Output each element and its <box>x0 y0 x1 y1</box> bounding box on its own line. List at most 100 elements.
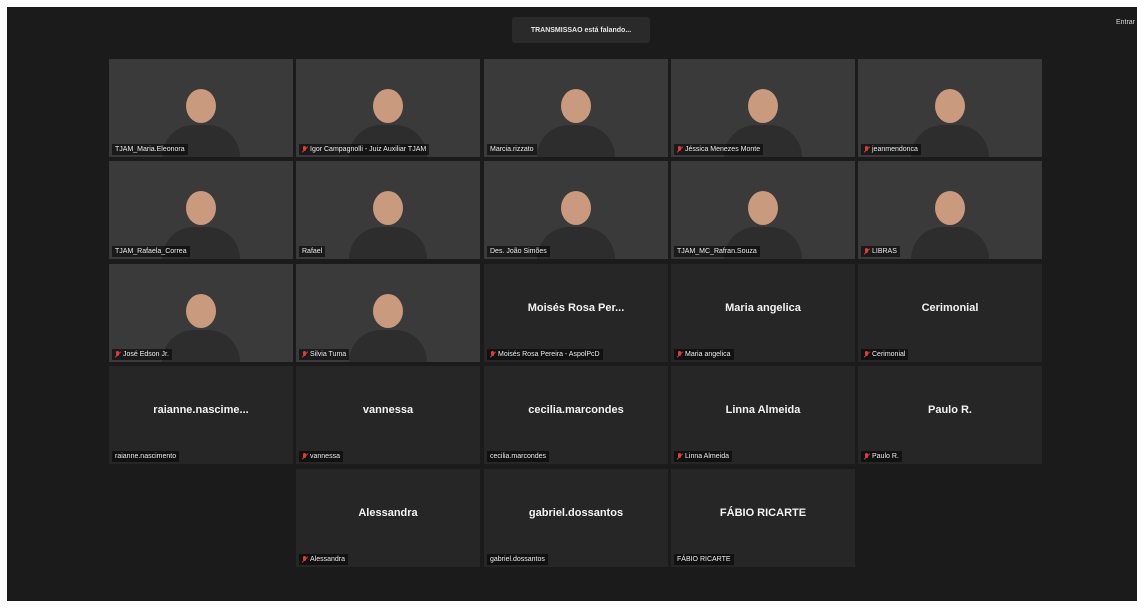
participant-tile[interactable]: FÁBIO RICARTE FÁBIO RICARTE <box>671 469 855 567</box>
microphone-muted-icon <box>302 351 308 358</box>
participant-video <box>537 89 615 157</box>
enter-button[interactable]: Entrar <box>1116 19 1135 26</box>
active-speaker-banner: TRANSMISSAO está falando... <box>512 17 650 43</box>
participant-tile[interactable]: LIBRAS <box>858 161 1042 259</box>
participant-name: FÁBIO RICARTE <box>677 556 731 563</box>
participant-name: TJAM_Maria.Eleonora <box>115 146 185 153</box>
participant-name: José Edson Jr. <box>123 351 169 358</box>
microphone-muted-icon <box>864 453 870 460</box>
participant-tile[interactable]: Jéssica Menezes Monte <box>671 59 855 157</box>
participant-name-tag: LIBRAS <box>861 246 900 257</box>
participant-display-name: Linna Almeida <box>725 404 801 416</box>
participant-name-tag: FÁBIO RICARTE <box>674 554 734 565</box>
participant-name: Silvia Tuma <box>310 351 347 358</box>
participant-name-tag: TJAM_Rafaela_Correa <box>112 246 190 257</box>
participant-name: Linna Almeida <box>685 453 729 460</box>
participant-tile[interactable]: Silvia Tuma <box>296 264 480 362</box>
participant-tile[interactable]: Des. João Simões <box>484 161 668 259</box>
microphone-muted-icon <box>302 453 308 460</box>
participant-tile[interactable]: Maria angelica Maria angelica <box>671 264 855 362</box>
microphone-muted-icon <box>677 351 683 358</box>
participant-name: Maria angelica <box>685 351 731 358</box>
participant-tile[interactable]: Rafael <box>296 161 480 259</box>
participant-tile[interactable]: cecilia.marcondes cecilia.marcondes <box>484 366 668 464</box>
participant-name: gabriel.dossantos <box>490 556 545 563</box>
participant-name-tag: Moisés Rosa Pereira - AspolPcD <box>487 349 603 360</box>
participant-name-tag: jeanmendonca <box>861 144 921 155</box>
participant-tile[interactable]: Moisés Rosa Per... Moisés Rosa Pereira - … <box>484 264 668 362</box>
participant-video <box>911 191 989 259</box>
participant-name-tag: gabriel.dossantos <box>487 554 548 565</box>
participant-name-tag: TJAM_Maria.Eleonora <box>112 144 188 155</box>
microphone-muted-icon <box>864 248 870 255</box>
participant-display-name: Alessandra <box>358 507 418 519</box>
participant-tile[interactable]: Linna Almeida Linna Almeida <box>671 366 855 464</box>
participant-name: Rafael <box>302 248 323 255</box>
participant-name: Jéssica Menezes Monte <box>685 146 761 153</box>
participant-name: Des. João Simões <box>490 248 547 255</box>
participant-tile[interactable]: Igor Campagnolli - Juiz Auxiliar TJAM <box>296 59 480 157</box>
participant-video <box>911 89 989 157</box>
participant-display-name: raianne.nascime... <box>153 404 249 416</box>
participant-name-tag: Cerimonial <box>861 349 909 360</box>
participant-name: Moisés Rosa Pereira - AspolPcD <box>498 351 600 358</box>
participant-name: Alessandra <box>310 556 346 563</box>
microphone-muted-icon <box>302 556 308 563</box>
microphone-muted-icon <box>864 146 870 153</box>
participant-name-tag: Marcia.rizzato <box>487 144 537 155</box>
meeting-gallery: TRANSMISSAO está falando... Entrar TJAM_… <box>7 7 1137 601</box>
participant-video <box>349 294 427 362</box>
participant-display-name: vannessa <box>362 404 414 416</box>
participant-video <box>162 294 240 362</box>
participant-tile[interactable]: vannessa vannessa <box>296 366 480 464</box>
participant-tile[interactable]: José Edson Jr. <box>109 264 293 362</box>
participant-name-tag: cecilia.marcondes <box>487 451 550 462</box>
participant-tile[interactable]: TJAM_MC_Rafran.Souza <box>671 161 855 259</box>
participant-name: Igor Campagnolli - Juiz Auxiliar TJAM <box>310 146 427 153</box>
participant-tile[interactable]: Marcia.rizzato <box>484 59 668 157</box>
microphone-muted-icon <box>115 351 121 358</box>
participant-name: jeanmendonca <box>872 146 918 153</box>
microphone-muted-icon <box>864 351 870 358</box>
participant-tile[interactable]: Alessandra Alessandra <box>296 469 480 567</box>
participant-name-tag: Alessandra <box>299 554 349 565</box>
participant-tile[interactable]: TJAM_Rafaela_Correa <box>109 161 293 259</box>
participant-display-name: FÁBIO RICARTE <box>719 507 807 519</box>
participant-name: cecilia.marcondes <box>490 453 547 460</box>
participant-name: TJAM_MC_Rafran.Souza <box>677 248 757 255</box>
participant-name-tag: vannessa <box>299 451 343 462</box>
participant-name-tag: José Edson Jr. <box>112 349 172 360</box>
participant-name-tag: Igor Campagnolli - Juiz Auxiliar TJAM <box>299 144 430 155</box>
participant-name: Paulo R. <box>872 453 899 460</box>
participant-name: LIBRAS <box>872 248 897 255</box>
participant-name-tag: Des. João Simões <box>487 246 550 257</box>
participant-tile[interactable]: jeanmendonca <box>858 59 1042 157</box>
microphone-muted-icon <box>302 146 308 153</box>
participant-name-tag: Rafael <box>299 246 326 257</box>
participant-name-tag: Linna Almeida <box>674 451 732 462</box>
participant-tile[interactable]: TJAM_Maria.Eleonora <box>109 59 293 157</box>
participant-display-name: cecilia.marcondes <box>528 404 624 416</box>
participant-display-name: Moisés Rosa Per... <box>527 302 625 314</box>
participant-name: Marcia.rizzato <box>490 146 534 153</box>
participant-name: vannessa <box>310 453 340 460</box>
microphone-muted-icon <box>490 351 496 358</box>
participant-tile[interactable]: raianne.nascime... raianne.nascimento <box>109 366 293 464</box>
microphone-muted-icon <box>677 146 683 153</box>
participant-name-tag: Jéssica Menezes Monte <box>674 144 764 155</box>
participant-name: Cerimonial <box>872 351 906 358</box>
participant-name-tag: raianne.nascimento <box>112 451 180 462</box>
participant-display-name: Maria angelica <box>725 302 801 314</box>
microphone-muted-icon <box>677 453 683 460</box>
participant-tile[interactable]: gabriel.dossantos gabriel.dossantos <box>484 469 668 567</box>
participant-name: TJAM_Rafaela_Correa <box>115 248 187 255</box>
participant-name-tag: Paulo R. <box>861 451 902 462</box>
participant-name-tag: Silvia Tuma <box>299 349 350 360</box>
participant-tile[interactable]: Cerimonial Cerimonial <box>858 264 1042 362</box>
participant-display-name: Cerimonial <box>921 302 979 314</box>
participant-name-tag: TJAM_MC_Rafran.Souza <box>674 246 760 257</box>
participant-tile[interactable]: Paulo R. Paulo R. <box>858 366 1042 464</box>
participant-display-name: Paulo R. <box>927 404 972 416</box>
participant-name: raianne.nascimento <box>115 453 177 460</box>
participant-display-name: gabriel.dossantos <box>528 507 624 519</box>
